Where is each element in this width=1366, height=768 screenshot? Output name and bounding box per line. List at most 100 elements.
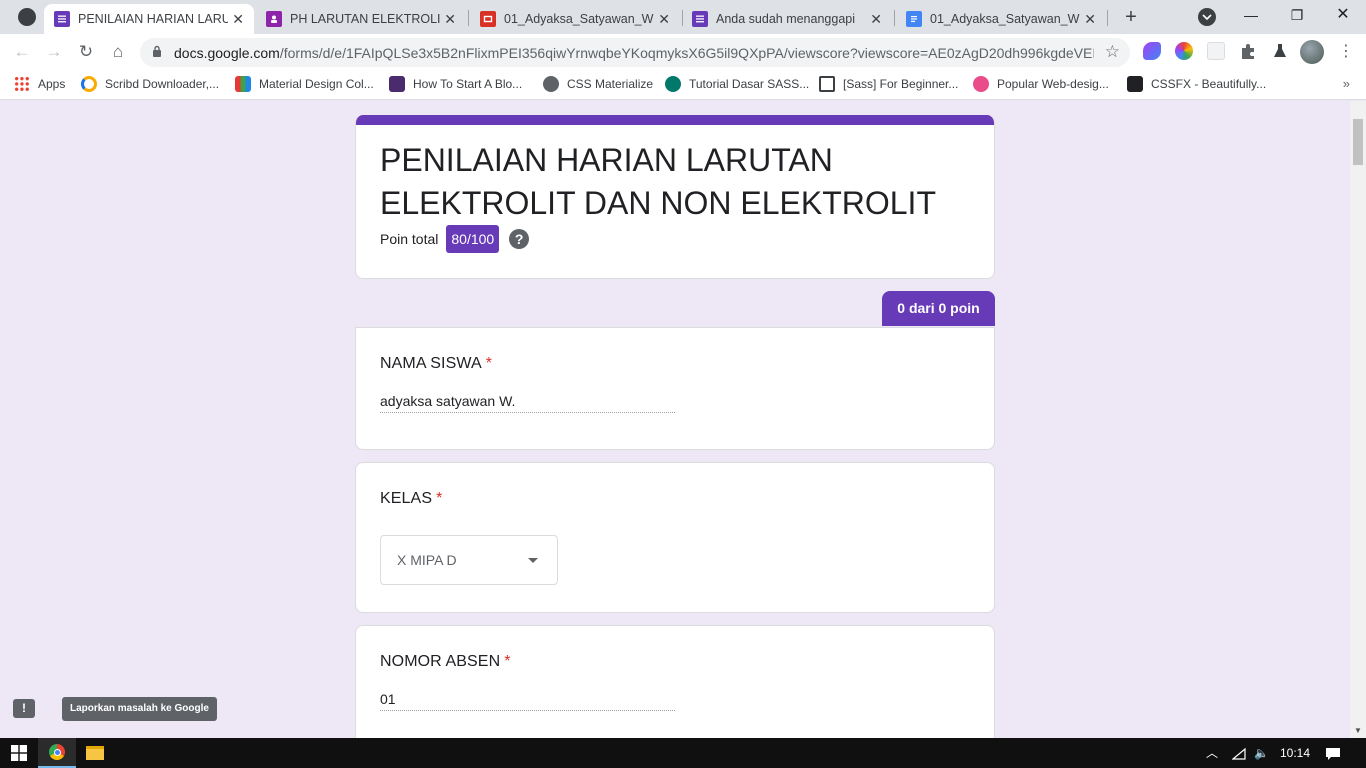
bookmark-star-icon[interactable]: ☆ [1105,42,1120,62]
required-marker: * [436,490,443,507]
help-icon[interactable]: ? [509,229,530,249]
tab-separator [468,10,469,26]
close-icon[interactable]: ✕ [1084,11,1096,28]
tab-separator [894,10,895,26]
bookmark-scribd[interactable]: Scribd Downloader,... [81,76,219,92]
url-path: /forms/d/e/1FAIpQLSe3x5B2nFlixmPEI356qiw… [279,45,1094,61]
palette-icon [235,76,251,92]
dropdown-value: X MIPA D [397,552,457,568]
clock[interactable]: 10:14 [1280,738,1310,768]
close-icon[interactable]: ✕ [658,11,670,28]
tab-ph-larutan[interactable]: PH LARUTAN ELEKTROLIT ✕ [256,4,466,34]
network-icon[interactable] [1231,738,1246,768]
tray-chevron-up-icon[interactable]: ︿ [1206,738,1218,768]
tab-adyaksa-docs[interactable]: 01_Adyaksa_Satyawan_Widh ✕ [896,4,1106,34]
extension-color-wheel-icon[interactable] [1175,42,1193,60]
windows-start-icon[interactable] [0,738,38,768]
question-card-kelas: KELAS * X MIPA D [355,462,995,613]
required-marker: * [504,653,511,670]
extensions-puzzle-icon[interactable] [1239,42,1257,60]
form-header-card: PENILAIAN HARIAN LARUTAN ELEKTROLIT DAN … [355,115,995,279]
new-tab-button[interactable]: + [1120,6,1142,28]
kebab-menu-icon[interactable]: ⋮ [1334,40,1358,64]
total-points-row: Poin total 80/100 ? [380,225,530,253]
answer-text: 01 [380,691,675,711]
bookmark-apps[interactable]: Apps [14,76,65,92]
apps-grid-icon [14,76,30,92]
required-marker: * [485,355,493,372]
forward-arrow-icon[interactable]: → [42,40,66,64]
url-text: docs.google.com/forms/d/e/1FAIpQLSe3x5B2… [174,45,1094,61]
tab-title: Anda sudah menanggapi [716,12,856,26]
restore-icon[interactable]: ❐ [1274,4,1320,26]
slides-icon [480,11,496,27]
question-text: NOMOR ABSEN [380,653,501,670]
accent-bar [356,115,994,125]
bookmark-label: CSSFX - Beautifully... [1151,77,1267,91]
kelas-dropdown[interactable]: X MIPA D [380,535,558,585]
section-points-badge: 0 dari 0 poin [882,291,995,326]
question-card-nama-siswa: NAMA SISWA * adyaksa satyawan W. [355,327,995,450]
bookmarks-overflow-icon[interactable]: » [1343,76,1350,91]
bookmark-label: Scribd Downloader,... [105,77,220,91]
minimize-icon[interactable]: — [1228,4,1274,26]
bookmark-label: [Sass] For Beginner... [843,77,959,91]
bookmark-material-design[interactable]: Material Design Col... [235,76,374,92]
tab-title: PH LARUTAN ELEKTROLIT [290,12,440,26]
tab-adyaksa-slides[interactable]: 01_Adyaksa_Satyawan_Widh ✕ [470,4,680,34]
bookmark-css-materialize[interactable]: CSS Materialize [543,76,653,92]
extension-blank-icon[interactable] [1207,42,1225,60]
form-title: PENILAIAN HARIAN LARUTAN ELEKTROLIT DAN … [380,142,936,221]
dribbble-icon [973,76,989,92]
bookmark-sass-beginner[interactable]: [Sass] For Beginner... [819,76,958,92]
action-center-icon[interactable] [1325,738,1341,768]
tab-separator [1107,10,1108,26]
page-scrollbar[interactable]: ▼ [1350,101,1366,738]
page-viewport: PENILAIAN HARIAN LARUTAN ELEKTROLIT DAN … [0,101,1350,738]
address-bar[interactable]: docs.google.com/forms/d/e/1FAIpQLSe3x5B2… [140,38,1130,67]
bookmark-tutorial-sass[interactable]: Tutorial Dasar SASS... [665,76,809,92]
browser-toolbar: ← → ↻ ⌂ docs.google.com/forms/d/e/1FAIpQ… [0,34,1366,70]
scribd-icon [81,76,97,92]
window-close-icon[interactable]: ✕ [1320,4,1366,26]
report-tooltip: Laporkan masalah ke Google [62,697,217,721]
bookmark-start-blog[interactable]: How To Start A Blo... [389,76,522,92]
tab-penilaian-harian[interactable]: PENILAIAN HARIAN LARUTAN ✕ [44,4,254,34]
close-icon[interactable]: ✕ [870,11,882,28]
bookmarks-bar: Apps Scribd Downloader,... Material Desi… [0,70,1366,100]
home-icon[interactable]: ⌂ [106,40,130,64]
docs-icon [906,11,922,27]
back-arrow-icon[interactable]: ← [10,40,34,64]
bookmark-label: How To Start A Blo... [413,77,523,91]
question-title: KELAS * [380,490,442,508]
tab-anda-sudah[interactable]: Anda sudah menanggapi ✕ [682,4,892,34]
tab-title: 01_Adyaksa_Satyawan_Widh [930,12,1080,26]
labs-flask-icon[interactable] [1271,42,1289,60]
question-title: NOMOR ABSEN * [380,653,511,671]
teal-leaf-icon [665,76,681,92]
scrollbar-thumb[interactable] [1353,119,1363,165]
close-icon[interactable]: ✕ [232,11,244,28]
close-icon[interactable]: ✕ [444,11,456,28]
tab-strip: PENILAIAN HARIAN LARUTAN ✕ PH LARUTAN EL… [0,0,1366,34]
taskbar-chrome-icon[interactable] [38,738,76,768]
question-card-nomor-absen: NOMOR ABSEN * 01 [355,625,995,738]
answer-text: adyaksa satyawan W. [380,393,675,413]
bookmark-cssfx[interactable]: CSSFX - Beautifully... [1127,76,1266,92]
lock-icon [153,45,161,57]
forms-icon [54,11,70,27]
taskbar-file-explorer-icon[interactable] [76,738,114,768]
avatar[interactable] [1300,40,1324,64]
extension-palette-icon[interactable] [1143,42,1161,60]
tab-title: PENILAIAN HARIAN LARUTAN [78,12,228,26]
bookmark-popular-web[interactable]: Popular Web-desig... [973,76,1109,92]
reload-icon[interactable]: ↻ [74,40,98,64]
question-text: KELAS [380,490,433,507]
profile-dot-icon[interactable] [18,8,36,26]
scroll-down-arrow-icon[interactable]: ▼ [1354,726,1362,735]
colorlib-icon [389,76,405,92]
report-problem-icon[interactable]: ! [13,699,35,718]
tab-search-icon[interactable] [1198,8,1216,26]
bookmark-label: Popular Web-desig... [997,77,1109,91]
volume-icon[interactable]: 🔈 [1254,738,1269,768]
